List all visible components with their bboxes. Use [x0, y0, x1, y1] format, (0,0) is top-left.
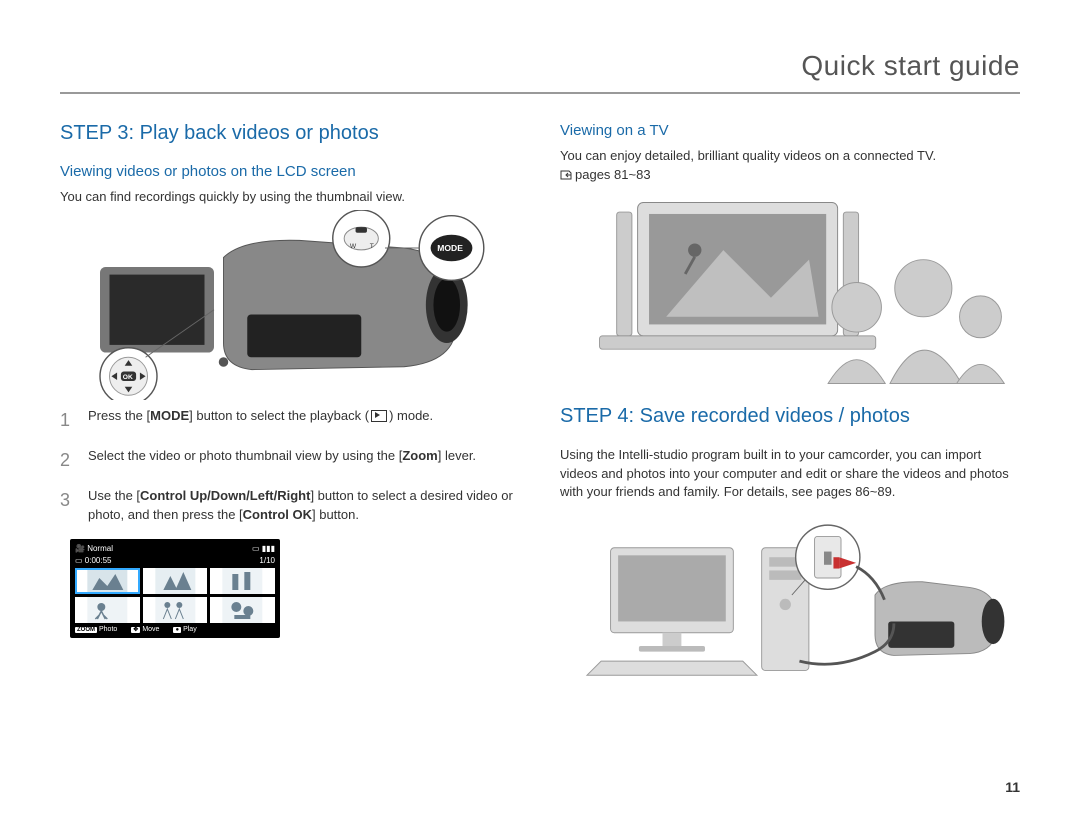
lcd-thumbnail-preview: 🎥 Normal ▭ ▮▮▮ ▭ 0:00:55 1/10 ZOOMPhoto: [70, 539, 280, 638]
camcorder-illustration: W T MODE OK: [60, 215, 520, 395]
left-column: STEP 3: Play back videos or photos Viewi…: [60, 122, 520, 692]
step4-text: Using the Intelli-studio program built i…: [560, 446, 1020, 503]
right-column: Viewing on a TV You can enjoy detailed, …: [560, 122, 1020, 692]
preview-count: 1/10: [259, 556, 275, 565]
lcd-subtitle: Viewing videos or photos on the LCD scre…: [60, 163, 520, 180]
step-number: 1: [60, 407, 76, 433]
t-label: T: [370, 243, 374, 250]
w-label: W: [350, 243, 357, 250]
preview-time: 0:00:55: [85, 556, 112, 565]
page-ref-icon: [560, 170, 572, 180]
mode-label: MODE: [437, 243, 463, 253]
preview-grid: [75, 568, 275, 623]
step3-item-1: 1 Press the [MODE] button to select the …: [60, 407, 520, 433]
thumb-cell: [210, 597, 275, 623]
tv-subtitle: Viewing on a TV: [560, 122, 1020, 139]
step3-list: 1 Press the [MODE] button to select the …: [60, 407, 520, 525]
preview-play-label: Play: [183, 626, 197, 633]
thumb-cell: [75, 568, 140, 594]
preview-photo-label: Photo: [99, 626, 117, 633]
step3-title: STEP 3: Play back videos or photos: [60, 122, 520, 145]
step3-item-3: 3 Use the [Control Up/Down/Left/Right] b…: [60, 487, 520, 525]
page-header: Quick start guide: [60, 50, 1020, 94]
preview-mode-label: Normal: [87, 544, 113, 553]
preview-move-label: Move: [142, 626, 159, 633]
thumb-cell: [210, 568, 275, 594]
thumb-cell: [75, 597, 140, 623]
tv-text: You can enjoy detailed, brilliant qualit…: [560, 147, 1020, 185]
content-columns: STEP 3: Play back videos or photos Viewi…: [60, 122, 1020, 692]
thumb-cell: [143, 568, 208, 594]
step-number: 2: [60, 447, 76, 473]
step-number: 3: [60, 487, 76, 525]
step4-title: STEP 4: Save recorded videos / photos: [560, 405, 1020, 428]
tv-illustration: [560, 193, 1020, 393]
pc-connection-illustration: [560, 510, 1020, 680]
playback-icon: [371, 410, 387, 422]
lcd-intro: You can find recordings quickly by using…: [60, 188, 520, 207]
step3-item-2: 2 Select the video or photo thumbnail vi…: [60, 447, 520, 473]
thumb-cell: [143, 597, 208, 623]
ok-label: OK: [123, 374, 133, 381]
page-number: 11: [1005, 779, 1020, 795]
